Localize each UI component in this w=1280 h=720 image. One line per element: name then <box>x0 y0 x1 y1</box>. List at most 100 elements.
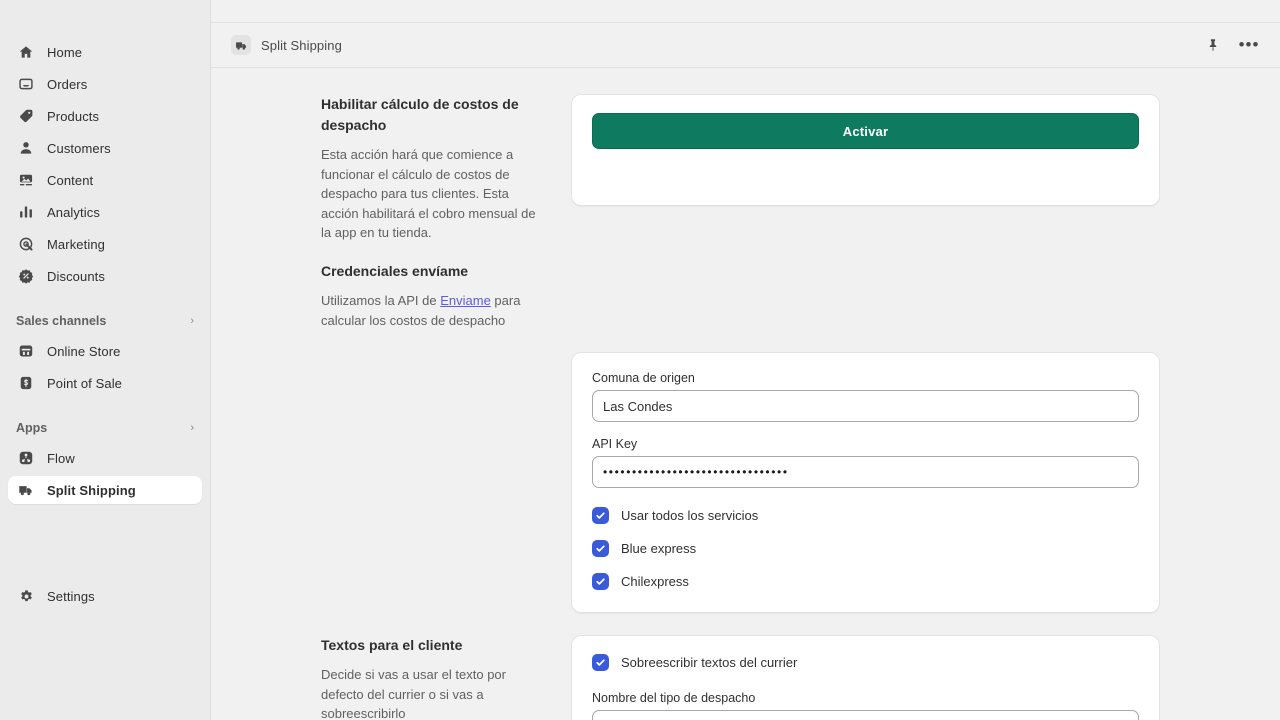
sidebar-item-discounts[interactable]: Discounts <box>8 262 202 290</box>
sidebar-item-label: Home <box>47 45 82 60</box>
sidebar-item-products[interactable]: Products <box>8 102 202 130</box>
checkbox-usar-todos-los-servicios[interactable]: Usar todos los servicios <box>592 507 1139 524</box>
apikey-input[interactable] <box>592 456 1139 488</box>
sidebar-item-marketing[interactable]: Marketing <box>8 230 202 258</box>
section-body: Decide si vas a usar el texto por defect… <box>321 665 539 720</box>
activate-card-wrapper: Activar <box>571 94 1160 330</box>
sidebar-item-flow[interactable]: Flow <box>8 444 202 472</box>
despacho-name-field-group: Nombre del tipo de despacho <box>592 691 1139 720</box>
sidebar-item-customers[interactable]: Customers <box>8 134 202 162</box>
page-title: Split Shipping <box>261 38 342 53</box>
checkbox-label: Usar todos los servicios <box>621 508 758 523</box>
point-of-sale-icon <box>16 373 36 393</box>
checkbox-label: Blue express <box>621 541 696 556</box>
app-window: Home Orders Products Customers <box>0 0 1280 720</box>
sidebar-item-analytics[interactable]: Analytics <box>8 198 202 226</box>
activate-card: Activar <box>571 94 1160 206</box>
sidebar-item-label: Customers <box>47 141 111 156</box>
activate-button[interactable]: Activar <box>592 113 1139 149</box>
sidebar-item-point-of-sale[interactable]: Point of Sale <box>8 369 202 397</box>
checkbox-label: Chilexpress <box>621 574 689 589</box>
truck-icon <box>16 480 36 500</box>
credentials-body: Utilizamos la API de Enviame para calcul… <box>321 291 539 330</box>
settings-content: Habilitar cálculo de costos de despacho … <box>211 68 1280 720</box>
sidebar-section-apps[interactable]: Apps › <box>0 415 210 441</box>
credentials-card-wrapper: Comuna de origen API Key Us <box>571 352 1160 613</box>
comuna-input[interactable] <box>592 390 1139 422</box>
apikey-field-group: API Key <box>592 437 1139 488</box>
sidebar-apps-list: Flow Split Shipping <box>0 444 210 508</box>
sidebar: Home Orders Products Customers <box>0 0 211 720</box>
ellipsis-icon[interactable]: ••• <box>1238 34 1260 56</box>
section-heading: Textos para el cliente <box>321 635 539 656</box>
window-top-strip <box>211 0 1280 22</box>
sidebar-item-orders[interactable]: Orders <box>8 70 202 98</box>
comuna-label: Comuna de origen <box>592 371 1139 385</box>
sidebar-item-label: Online Store <box>47 344 120 359</box>
sidebar-item-label: Marketing <box>47 237 105 252</box>
sidebar-item-label: Content <box>47 173 93 188</box>
apikey-label: API Key <box>592 437 1139 451</box>
sidebar-item-label: Flow <box>47 451 75 466</box>
despacho-name-label: Nombre del tipo de despacho <box>592 691 1139 705</box>
spacer <box>321 243 539 261</box>
sidebar-primary-nav: Home Orders Products Customers <box>0 38 210 294</box>
sidebar-item-settings[interactable]: Settings <box>8 582 202 610</box>
app-topbar: Split Shipping ••• <box>211 22 1280 68</box>
checkbox-checked-icon <box>592 507 609 524</box>
sidebar-item-label: Discounts <box>47 269 105 284</box>
enviame-link[interactable]: Enviame <box>440 293 491 308</box>
sidebar-item-label: Products <box>47 109 99 124</box>
section-customer-texts: Textos para el cliente Decide si vas a u… <box>211 635 1280 720</box>
section-enable: Habilitar cálculo de costos de despacho … <box>211 94 1280 330</box>
checkbox-checked-icon <box>592 654 609 671</box>
customers-person-icon <box>16 138 36 158</box>
checkbox-checked-icon <box>592 573 609 590</box>
content-image-icon <box>16 170 36 190</box>
sidebar-item-online-store[interactable]: Online Store <box>8 337 202 365</box>
sidebar-sales-channels-list: Online Store Point of Sale <box>0 337 210 401</box>
chevron-right-icon[interactable]: › <box>190 316 194 327</box>
customer-texts-card-wrapper: Sobreescribir textos del currier Nombre … <box>571 635 1160 720</box>
flow-icon <box>16 448 36 468</box>
comuna-field-group: Comuna de origen <box>592 371 1139 422</box>
credentials-card: Comuna de origen API Key Us <box>571 352 1160 613</box>
chevron-right-icon[interactable]: › <box>190 423 194 434</box>
pin-icon[interactable] <box>1202 34 1224 56</box>
credentials-heading: Credenciales envíame <box>321 261 539 282</box>
checkbox-chilexpress[interactable]: Chilexpress <box>592 573 1139 590</box>
section-title: Sales channels <box>16 314 106 328</box>
credentials-body-pre: Utilizamos la API de <box>321 293 440 308</box>
marketing-target-icon <box>16 234 36 254</box>
orders-inbox-icon <box>16 74 36 94</box>
section-title: Apps <box>16 421 47 435</box>
section-body: Esta acción hará que comience a funciona… <box>321 145 539 243</box>
sidebar-item-label: Settings <box>47 589 95 604</box>
online-store-icon <box>16 341 36 361</box>
section-credentials: Comuna de origen API Key Us <box>211 352 1280 613</box>
analytics-bars-icon <box>16 202 36 222</box>
sidebar-section-sales-channels[interactable]: Sales channels › <box>0 308 210 334</box>
section-customer-texts-description: Textos para el cliente Decide si vas a u… <box>321 635 571 720</box>
discounts-badge-icon <box>16 266 36 286</box>
sidebar-item-split-shipping[interactable]: Split Shipping <box>8 476 202 504</box>
home-icon <box>16 42 36 62</box>
sidebar-item-content[interactable]: Content <box>8 166 202 194</box>
checkbox-checked-icon <box>592 540 609 557</box>
gear-icon <box>16 586 36 606</box>
sidebar-item-home[interactable]: Home <box>8 38 202 66</box>
checkbox-blue-express[interactable]: Blue express <box>592 540 1139 557</box>
customer-texts-card: Sobreescribir textos del currier Nombre … <box>571 635 1160 720</box>
despacho-name-input[interactable] <box>592 710 1139 720</box>
sidebar-item-label: Split Shipping <box>47 483 136 498</box>
main-area: Split Shipping ••• Habilitar cálculo de … <box>211 0 1280 720</box>
section-heading: Habilitar cálculo de costos de despacho <box>321 94 539 136</box>
sidebar-item-label: Analytics <box>47 205 100 220</box>
truck-icon <box>231 35 251 55</box>
sidebar-item-label: Orders <box>47 77 87 92</box>
topbar-left: Split Shipping <box>231 35 342 55</box>
checkbox-label: Sobreescribir textos del currier <box>621 655 797 670</box>
checkbox-sobreescribir-textos[interactable]: Sobreescribir textos del currier <box>592 654 1139 671</box>
topbar-right: ••• <box>1202 34 1260 56</box>
products-tag-icon <box>16 106 36 126</box>
